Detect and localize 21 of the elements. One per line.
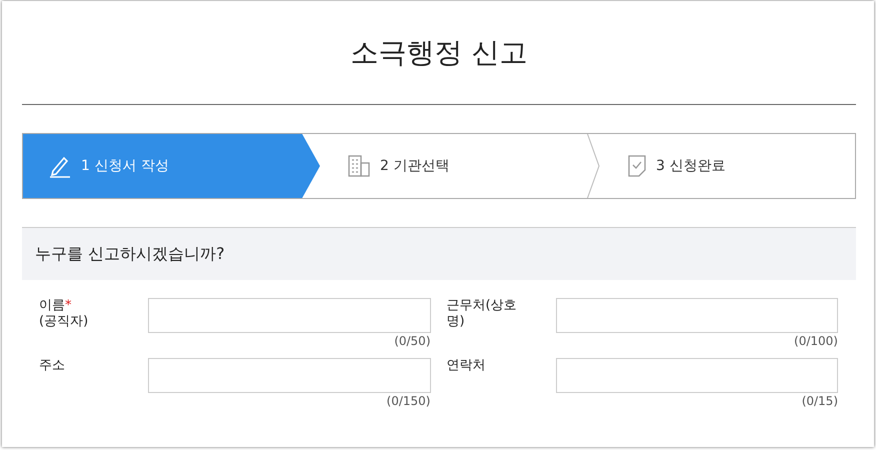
- field-label: 근무처(상호명): [446, 298, 518, 330]
- character-counter: (0/50): [394, 334, 430, 348]
- input-field[interactable]: [148, 358, 430, 393]
- step-tab[interactable]: 3 신청완료: [600, 134, 855, 198]
- document-check-icon: [628, 155, 646, 177]
- field-sublabel: (공직자): [39, 314, 90, 330]
- step-tab[interactable]: 2 기관선택: [320, 134, 600, 198]
- input-field[interactable]: [556, 298, 838, 333]
- character-counter: (0/100): [794, 334, 838, 348]
- page-title: 소극행정 신고: [22, 1, 856, 105]
- field-label: 주소: [39, 358, 66, 374]
- input-field[interactable]: [148, 298, 430, 333]
- building-icon: [348, 155, 370, 177]
- step-divider: [587, 134, 600, 198]
- pencil-icon: [49, 154, 71, 178]
- character-counter: (0/15): [802, 394, 838, 408]
- input-field[interactable]: [556, 358, 838, 393]
- section-heading: 누구를 신고하시겠습니까?: [22, 227, 856, 280]
- field-label: 이름*: [39, 298, 72, 314]
- field-label: 연락처: [446, 358, 486, 374]
- character-counter: (0/150): [386, 394, 430, 408]
